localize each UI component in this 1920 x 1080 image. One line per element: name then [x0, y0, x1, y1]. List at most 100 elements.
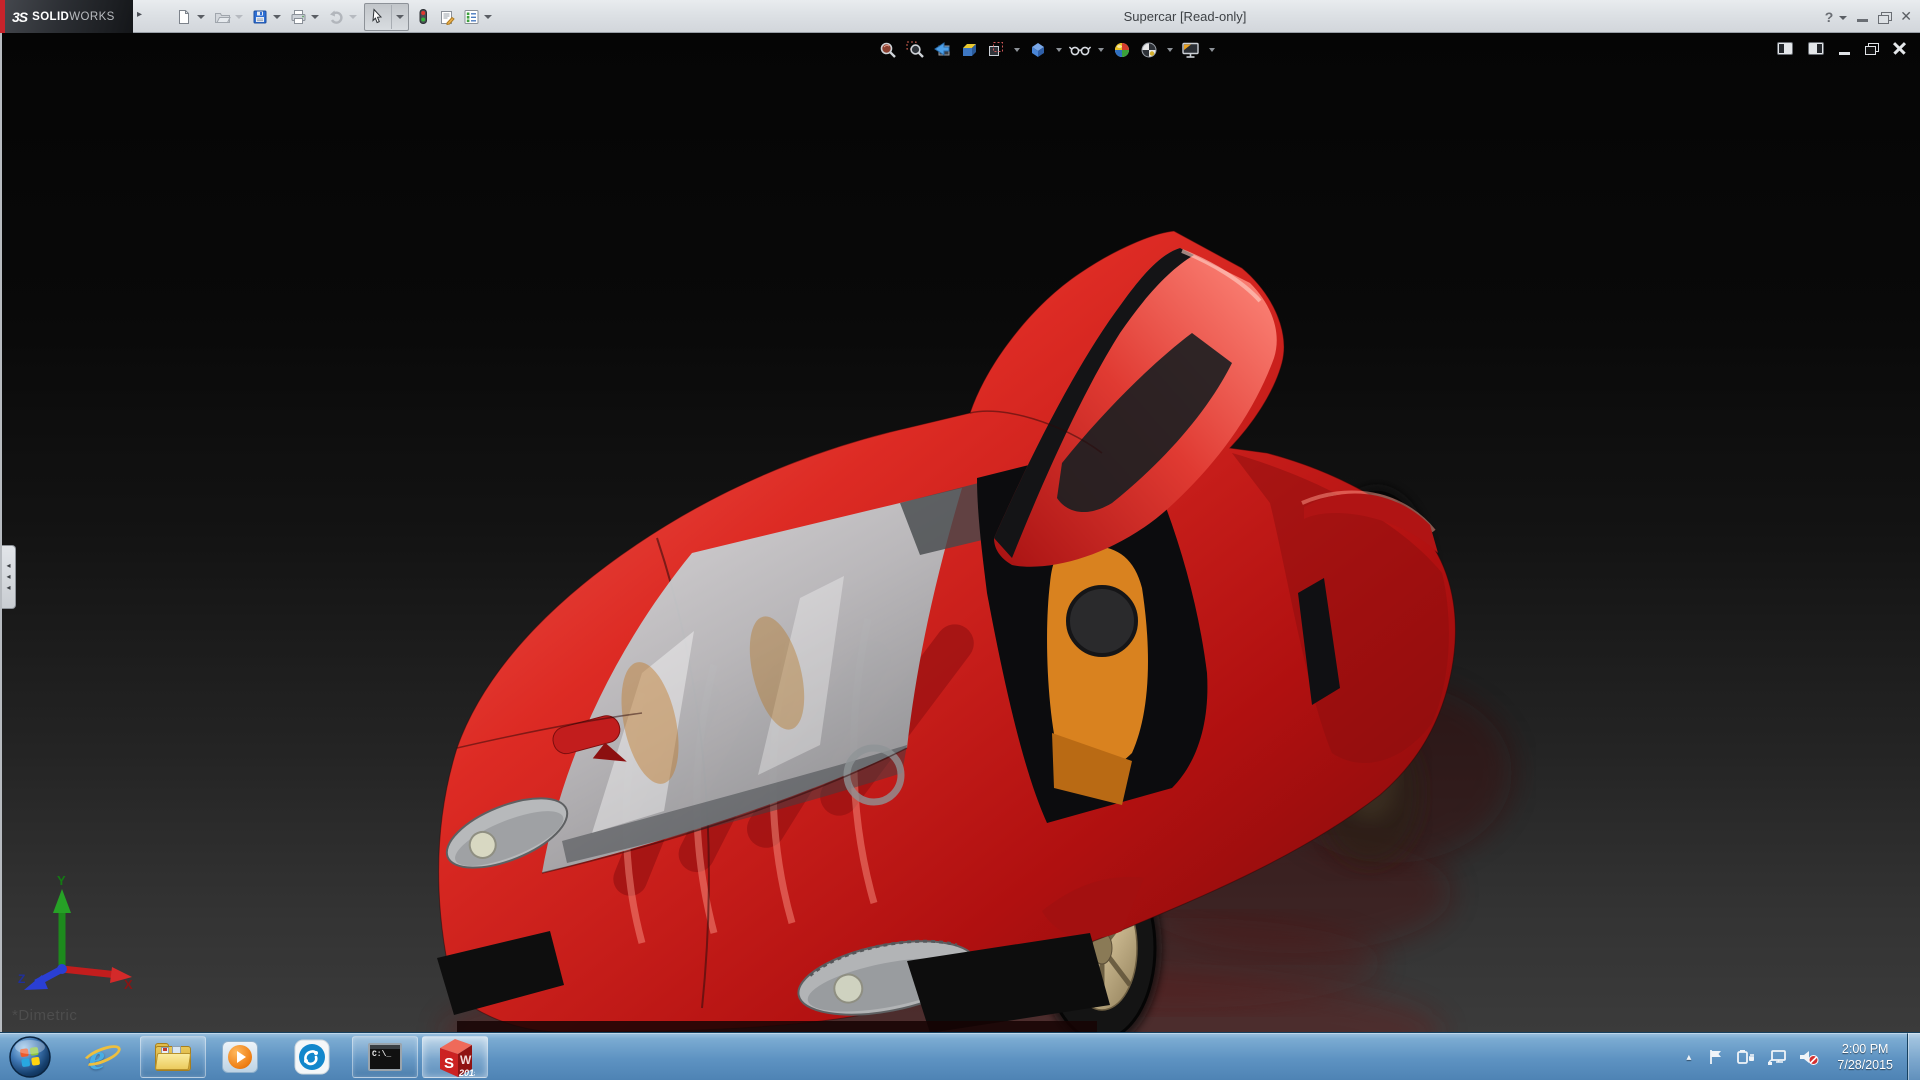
network-icon[interactable]: [1767, 1048, 1787, 1066]
show-desktop-button[interactable]: [1907, 1033, 1920, 1080]
collapse-arrow-icon: ◂: [6, 562, 10, 570]
view-orientation-label: *Dimetric: [12, 1007, 77, 1024]
taskbar-item-blue-path-app[interactable]: [286, 1037, 338, 1077]
power-battery-icon[interactable]: [1736, 1048, 1756, 1066]
print-button[interactable]: [286, 4, 310, 30]
select-button[interactable]: [365, 4, 389, 30]
apply-scene-button[interactable]: [1137, 38, 1161, 62]
glasses-icon: [1069, 40, 1091, 60]
save-button[interactable]: [248, 4, 272, 30]
taskbar-item-windows-explorer[interactable]: [140, 1036, 206, 1078]
close-button[interactable]: ✕: [1900, 8, 1912, 25]
start-button[interactable]: [8, 1035, 52, 1079]
solidworks-logo: 3S SOLIDWORKS: [0, 0, 133, 33]
new-dropdown-icon[interactable]: [197, 15, 205, 19]
titlebar-controls: ? ✕: [1825, 0, 1912, 33]
undo-button[interactable]: [324, 4, 348, 30]
display-style-button[interactable]: [1026, 38, 1050, 62]
heads-up-view-toolbar: [876, 38, 1218, 62]
window-title: Supercar [Read-only]: [1124, 9, 1247, 24]
help-button[interactable]: ?: [1825, 9, 1834, 25]
volume-muted-icon[interactable]: [1798, 1048, 1820, 1066]
svg-text:S: S: [444, 1055, 454, 1072]
previous-view-icon: [932, 40, 952, 60]
save-floppy-icon: [252, 9, 268, 25]
open-dropdown-icon[interactable]: [235, 15, 243, 19]
appearance-ball-icon: [1112, 40, 1132, 60]
bumper-shadow: [457, 1021, 1097, 1032]
collapse-right-pane-icon[interactable]: [1808, 42, 1824, 55]
action-center-flag-icon[interactable]: [1707, 1048, 1725, 1066]
feature-manager-collapsed-tab[interactable]: ◂ ◂ ◂: [2, 545, 16, 609]
previous-view-button[interactable]: [930, 38, 954, 62]
triad-y-label: Y: [57, 873, 66, 888]
document-window-controls: [1777, 42, 1906, 55]
help-dropdown-icon[interactable]: [1839, 16, 1847, 20]
open-button[interactable]: [210, 4, 234, 30]
restore-button[interactable]: [1878, 12, 1890, 22]
document-minimize-button[interactable]: [1839, 52, 1850, 55]
zoom-to-fit-button[interactable]: [876, 38, 900, 62]
solidworks-window: 3S SOLIDWORKS ▸: [0, 0, 1920, 1080]
brand-red-stripe: [0, 0, 5, 33]
options-button[interactable]: [459, 4, 483, 30]
blue-path-app-icon: [294, 1039, 330, 1075]
taskbar-item-solidworks-2015[interactable]: S W 2015: [422, 1036, 488, 1078]
view-settings-dropdown-icon[interactable]: [1209, 48, 1215, 52]
view-settings-button[interactable]: [1179, 38, 1203, 62]
collapse-left-pane-icon[interactable]: [1777, 42, 1793, 55]
view-orientation-dropdown-icon[interactable]: [1014, 48, 1020, 52]
select-dropdown-icon[interactable]: [396, 15, 404, 19]
graphics-area[interactable]: ◂ ◂ ◂ Y X Z *Dimetric: [0, 33, 1920, 1032]
new-button[interactable]: [172, 4, 196, 30]
svg-text:2015: 2015: [458, 1068, 475, 1078]
show-hidden-icons-button[interactable]: ▴: [1686, 1052, 1691, 1063]
section-view-button[interactable]: [957, 38, 981, 62]
taskbar-item-command-prompt[interactable]: C:\_: [352, 1036, 418, 1078]
triad-x-label: X: [124, 977, 133, 992]
menu-expand-icon[interactable]: ▸: [137, 9, 142, 20]
taskbar: e C:\_: [0, 1032, 1920, 1080]
rebuild-button[interactable]: [411, 4, 435, 30]
windows-explorer-icon: [155, 1043, 191, 1071]
command-prompt-icon: C:\_: [368, 1043, 402, 1071]
taskbar-item-internet-explorer[interactable]: e: [76, 1037, 128, 1077]
hide-show-dropdown-icon[interactable]: [1098, 48, 1104, 52]
file-properties-button[interactable]: [435, 4, 459, 30]
options-dropdown-icon[interactable]: [484, 15, 492, 19]
zoom-to-area-button[interactable]: [903, 38, 927, 62]
collapse-arrow-icon: ◂: [6, 573, 10, 581]
taskbar-item-media-player[interactable]: [214, 1037, 266, 1077]
undo-icon: [328, 9, 345, 25]
zoom-to-area-icon: [905, 40, 925, 60]
brand-solid-text: SOLID: [32, 11, 69, 23]
print-icon: [290, 9, 307, 25]
select-cursor-icon: [370, 8, 385, 25]
title-bar: 3S SOLIDWORKS ▸: [0, 0, 1920, 33]
clock-time: 2:00 PM: [1837, 1041, 1893, 1057]
open-folder-icon: [214, 9, 231, 25]
supercar-model[interactable]: [2, 33, 1920, 1032]
apply-scene-icon: [1139, 40, 1159, 60]
hide-show-items-button[interactable]: [1068, 38, 1092, 62]
clock[interactable]: 2:00 PM 7/28/2015: [1837, 1041, 1893, 1073]
3ds-mark: 3S: [12, 9, 27, 25]
minimize-button[interactable]: [1857, 19, 1868, 22]
save-dropdown-icon[interactable]: [273, 15, 281, 19]
display-style-dropdown-icon[interactable]: [1056, 48, 1062, 52]
svg-text:W: W: [460, 1053, 472, 1067]
document-close-button[interactable]: [1893, 42, 1906, 55]
select-tool-group: [364, 3, 409, 31]
brand-works-text: WORKS: [69, 11, 114, 23]
print-dropdown-icon[interactable]: [311, 15, 319, 19]
apply-scene-dropdown-icon[interactable]: [1167, 48, 1173, 52]
clock-date: 7/28/2015: [1837, 1057, 1893, 1073]
internet-explorer-icon: e: [82, 1040, 122, 1074]
undo-dropdown-icon[interactable]: [349, 15, 357, 19]
view-orientation-button[interactable]: [984, 38, 1008, 62]
document-restore-button[interactable]: [1865, 43, 1878, 54]
view-settings-icon: [1180, 40, 1202, 60]
triad-z-label: Z: [18, 972, 25, 986]
collapse-arrow-icon: ◂: [6, 584, 10, 592]
edit-appearance-button[interactable]: [1110, 38, 1134, 62]
